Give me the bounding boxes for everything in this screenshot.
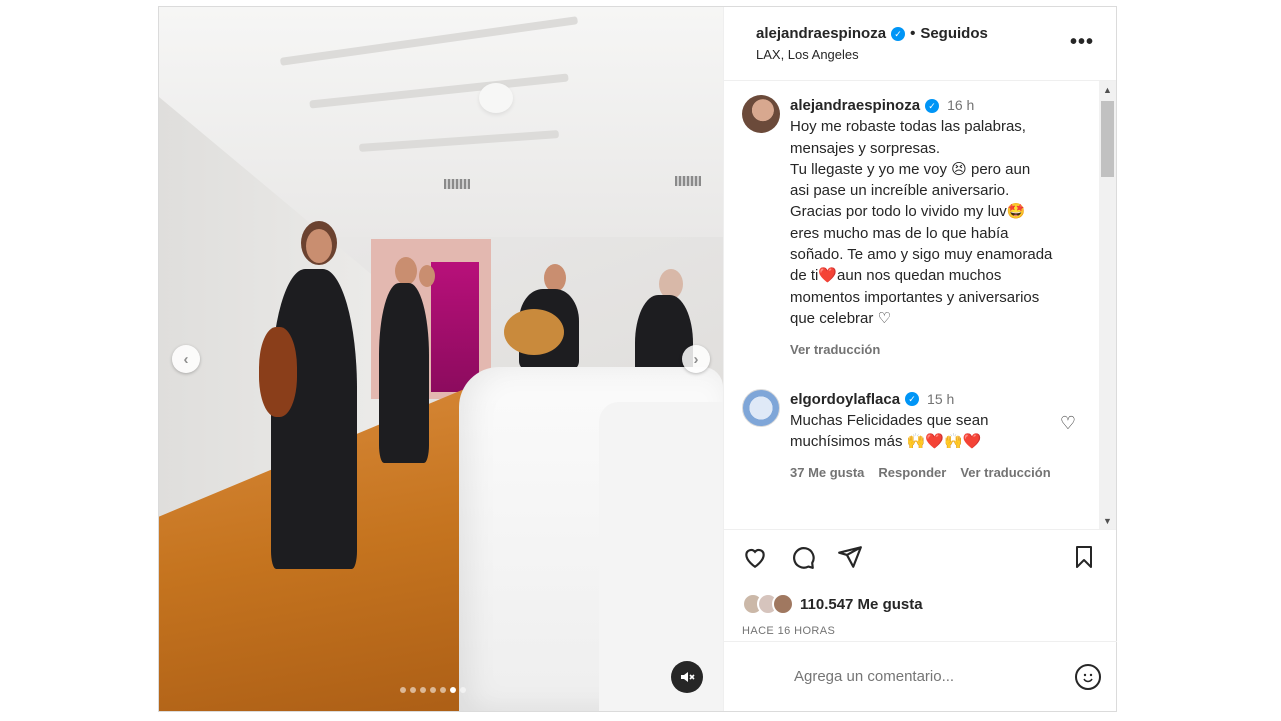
comments-scrollbar[interactable]: ▲ ▼ bbox=[1099, 81, 1116, 529]
comment-meta: 37 Me gusta Responder Ver traducción bbox=[790, 462, 1051, 483]
follow-status-button[interactable]: Seguidos bbox=[920, 25, 988, 42]
likes-count[interactable]: 110.547 Me gusta bbox=[800, 596, 923, 613]
comments-section[interactable]: alejandraespinoza ✓ 16 h Hoy me robaste to… bbox=[724, 81, 1116, 529]
speaker-muted-glyph bbox=[681, 672, 695, 682]
post-media-video[interactable]: ‹ › bbox=[159, 7, 723, 711]
carousel-dot bbox=[440, 687, 446, 693]
comment-translate-link[interactable]: Ver traducción bbox=[960, 462, 1050, 483]
bookmark-glyph bbox=[1076, 546, 1092, 568]
post-time-ago[interactable]: HACE 16 HORAS bbox=[724, 625, 1116, 637]
more-horizontal-icon[interactable]: ••• bbox=[1070, 31, 1094, 54]
violin bbox=[259, 327, 297, 417]
comment-row: elgordoylaflaca ✓ 15 h Muchas Felicidades … bbox=[742, 388, 1076, 484]
add-comment-bar bbox=[724, 641, 1117, 711]
chevron-left-icon[interactable]: ‹ bbox=[172, 345, 200, 373]
verified-badge-icon: ✓ bbox=[925, 98, 940, 113]
bookmark-icon[interactable] bbox=[1072, 544, 1096, 577]
scroll-up-arrow-icon[interactable]: ▲ bbox=[1099, 81, 1116, 98]
scroll-down-arrow-icon[interactable]: ▼ bbox=[1099, 512, 1116, 529]
musician-head bbox=[419, 265, 435, 287]
ceiling-fan bbox=[479, 83, 513, 113]
comment-icon[interactable] bbox=[790, 544, 816, 577]
chevron-right-icon[interactable]: › bbox=[682, 345, 710, 373]
violinist-head bbox=[306, 229, 332, 263]
air-vent bbox=[444, 179, 470, 189]
post-location[interactable]: LAX, Los Angeles bbox=[756, 47, 1100, 62]
carousel-dot bbox=[420, 687, 426, 693]
liker-avatar[interactable] bbox=[772, 593, 794, 615]
smiley-glyph bbox=[1083, 673, 1093, 682]
musician-head bbox=[395, 257, 417, 285]
add-comment-input[interactable] bbox=[794, 668, 1075, 685]
caption-row: alejandraespinoza ✓ 16 h Hoy me robaste to… bbox=[742, 95, 1076, 361]
verified-badge-icon: ✓ bbox=[905, 392, 920, 407]
send-glyph bbox=[838, 546, 862, 568]
guitar bbox=[504, 309, 564, 355]
scene-door bbox=[431, 262, 479, 392]
carousel-dot bbox=[410, 687, 416, 693]
caption-text: Hoy me robaste todas las palabras, mensa… bbox=[790, 118, 1053, 327]
carousel-dot bbox=[450, 687, 456, 693]
comment-likes[interactable]: 37 Me gusta bbox=[790, 462, 864, 483]
carousel-dot bbox=[460, 687, 466, 693]
comment-like-heart-icon[interactable]: ♡ bbox=[1060, 413, 1076, 434]
post-actions-bar bbox=[724, 529, 1116, 589]
musician bbox=[379, 283, 429, 463]
caption-time[interactable]: 16 h bbox=[947, 97, 974, 113]
likes-summary: 110.547 Me gusta bbox=[724, 589, 1116, 619]
post-side-panel: alejandraespinoza ✓ • Seguidos LAX, Los … bbox=[723, 7, 1117, 711]
instagram-post: ‹ › alejandraespinoza ✓ • Seguidos LAX, … bbox=[158, 6, 1117, 712]
carousel-dot bbox=[400, 687, 406, 693]
author-avatar[interactable] bbox=[742, 95, 780, 133]
heart-icon[interactable] bbox=[742, 544, 768, 577]
emoji-icon[interactable] bbox=[1075, 663, 1101, 690]
comment-text: Muchas Felicidades que sean muchísimos m… bbox=[790, 411, 989, 451]
guitarist-head bbox=[544, 264, 566, 292]
commenter-avatar[interactable] bbox=[742, 388, 780, 427]
send-icon[interactable] bbox=[837, 544, 863, 577]
comment-username[interactable]: elgordoylaflaca ✓ bbox=[790, 389, 920, 410]
comment-reply-button[interactable]: Responder bbox=[878, 462, 946, 483]
violinist bbox=[271, 269, 357, 569]
white-sofa-back bbox=[599, 402, 723, 711]
caption-username[interactable]: alejandraespinoza ✓ bbox=[790, 95, 940, 116]
caption-translate-link[interactable]: Ver traducción bbox=[790, 339, 1080, 360]
comment-time[interactable]: 15 h bbox=[927, 391, 954, 407]
carousel-dot bbox=[430, 687, 436, 693]
scrollbar-thumb[interactable] bbox=[1101, 101, 1114, 177]
comment-glyph bbox=[793, 547, 815, 569]
separator-dot: • bbox=[910, 25, 916, 42]
post-header: alejandraespinoza ✓ • Seguidos LAX, Los … bbox=[724, 7, 1116, 81]
speaker-muted-icon[interactable] bbox=[671, 661, 703, 693]
verified-badge-icon: ✓ bbox=[891, 26, 906, 41]
carousel-indicator bbox=[400, 687, 466, 693]
air-vent bbox=[675, 176, 701, 186]
author-username[interactable]: alejandraespinoza bbox=[756, 25, 886, 42]
heart-glyph bbox=[745, 548, 765, 569]
